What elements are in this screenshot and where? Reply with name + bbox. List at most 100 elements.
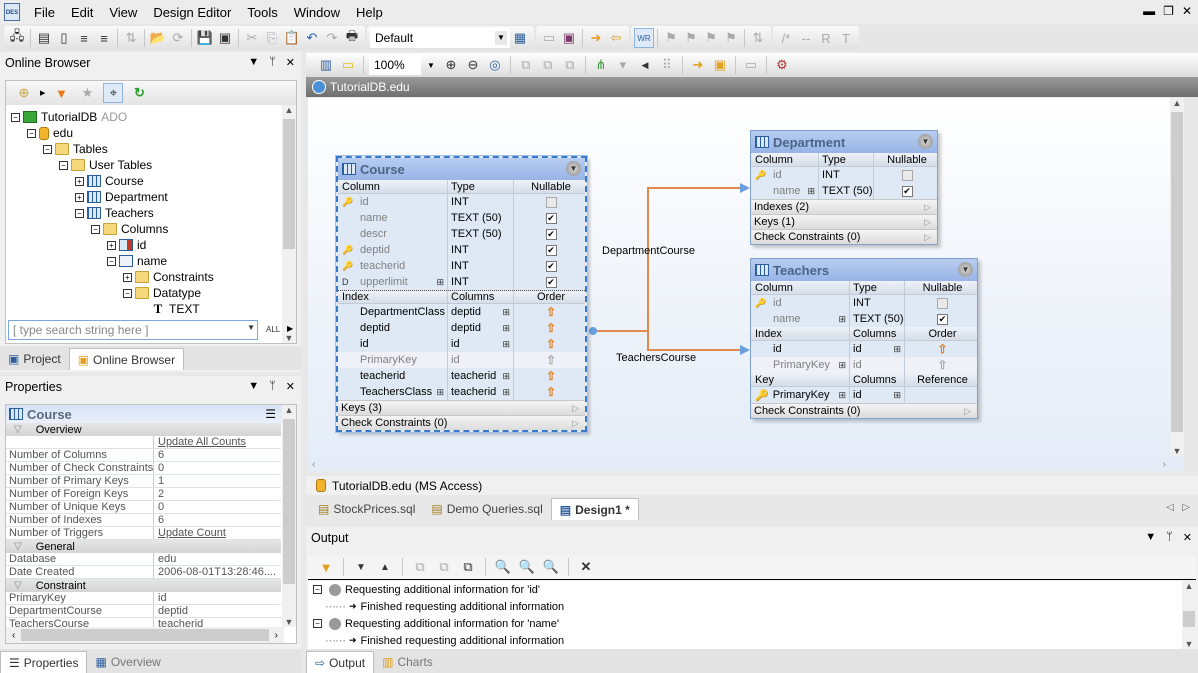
- grid-icon[interactable]: ⠿: [657, 55, 677, 75]
- sort-ascending-icon[interactable]: ⇧: [546, 353, 556, 367]
- collapse-icon[interactable]: −: [123, 288, 132, 298]
- table-menu-icon[interactable]: ▼: [918, 134, 933, 149]
- expand-icon[interactable]: ⊞: [502, 387, 510, 398]
- tree-item[interactable]: − Columns: [11, 221, 296, 237]
- property-row[interactable]: Database edu: [6, 553, 281, 566]
- collapse-icon[interactable]: −: [11, 112, 20, 122]
- teachers-key-row[interactable]: 🔑 PrimaryKey ⊞ id ⊞: [751, 387, 977, 403]
- expand-icon[interactable]: ⊞: [838, 360, 846, 371]
- property-row[interactable]: Number of Columns 6: [6, 449, 281, 462]
- column-row[interactable]: name ⊞ TEXT (50) ✔: [751, 311, 977, 327]
- expand-icon[interactable]: ⊞: [436, 277, 444, 288]
- nullable-checkbox[interactable]: ✔: [545, 212, 557, 224]
- close-icon[interactable]: ✕: [1183, 531, 1192, 544]
- copy-all-icon[interactable]: ⧉: [434, 557, 454, 577]
- property-row[interactable]: Date Created 2006-08-01T13:28:46....: [6, 566, 281, 579]
- copy-icon[interactable]: ⎘: [262, 28, 282, 48]
- property-section[interactable]: ▽ Constraint: [6, 579, 281, 592]
- zoom-out-icon[interactable]: ⊖: [463, 55, 483, 75]
- arrange-icon[interactable]: ⧉: [560, 55, 580, 75]
- minimize-icon[interactable]: ▬: [1143, 4, 1155, 18]
- tab-project[interactable]: ▣ Project: [0, 348, 69, 370]
- tab-charts[interactable]: ▥ Charts: [374, 651, 441, 673]
- paste-icon[interactable]: 📋: [282, 28, 302, 48]
- property-row[interactable]: Number of Check Constraints 0: [6, 462, 281, 475]
- clear-bookmarks-icon[interactable]: ⚑: [721, 28, 741, 48]
- prev-bookmark-icon[interactable]: ⚑: [701, 28, 721, 48]
- tree-item[interactable]: + Course: [11, 173, 296, 189]
- nullable-checkbox[interactable]: ✔: [545, 244, 557, 256]
- nullable-checkbox[interactable]: [545, 196, 557, 208]
- reload-icon[interactable]: ⟳: [168, 28, 188, 48]
- options-icon[interactable]: ▦: [510, 28, 530, 48]
- save-icon[interactable]: 💾: [195, 28, 215, 48]
- tab-properties[interactable]: ☰ Properties: [0, 651, 88, 673]
- add-datasource-icon[interactable]: ⊕: [14, 83, 34, 103]
- find-icon[interactable]: 🔍: [493, 557, 513, 577]
- chevron-down-icon[interactable]: ▼: [495, 31, 507, 45]
- column-row[interactable]: name ⊞ TEXT (50) ✔: [751, 183, 937, 199]
- menu-help[interactable]: Help: [348, 5, 391, 20]
- tree-item[interactable]: − edu: [11, 125, 296, 141]
- expand-icon[interactable]: ⊞: [807, 186, 815, 197]
- property-link[interactable]: Update All Counts: [154, 436, 281, 448]
- export-icon[interactable]: ➜: [688, 55, 708, 75]
- comment-icon[interactable]: /*: [776, 28, 796, 48]
- find-next-icon[interactable]: 🔍: [517, 557, 537, 577]
- column-row[interactable]: 🔑 id INT: [751, 167, 937, 183]
- previous-icon[interactable]: ▲: [375, 557, 395, 577]
- nullable-checkbox[interactable]: ✔: [545, 260, 557, 272]
- filter-icon[interactable]: ▼: [51, 83, 71, 103]
- sort-ascending-icon[interactable]: ⇧: [546, 321, 556, 335]
- generate-sql-icon[interactable]: ▭: [741, 55, 761, 75]
- menu-file[interactable]: File: [26, 5, 63, 20]
- chevron-down-icon[interactable]: ▼: [427, 61, 435, 70]
- execute-icon[interactable]: ≡: [74, 28, 94, 48]
- filter-icon[interactable]: ▾: [613, 55, 633, 75]
- clear-icon[interactable]: ✕: [576, 557, 596, 577]
- tab-output[interactable]: ⇨ Output: [306, 651, 375, 673]
- pin-icon[interactable]: ᛘ: [269, 380, 276, 393]
- relation-label-department-course[interactable]: DepartmentCourse: [602, 245, 695, 257]
- chevron-down-icon[interactable]: ▼: [247, 323, 255, 332]
- tree-item[interactable]: + id: [11, 237, 296, 253]
- xsd-icon[interactable]: ▣: [559, 28, 579, 48]
- search-input[interactable]: [ type search string here ] ▼: [8, 320, 258, 340]
- nullable-checkbox[interactable]: ✔: [937, 313, 948, 325]
- tree-item[interactable]: − Datatype: [11, 285, 296, 301]
- relation-label-teachers-course[interactable]: TeachersCourse: [616, 352, 696, 364]
- undo-icon[interactable]: ↶: [302, 28, 322, 48]
- refresh-icon[interactable]: ↻: [129, 83, 149, 103]
- sort-ascending-icon[interactable]: ⇧: [546, 305, 556, 319]
- save-image-icon[interactable]: ▣: [710, 55, 730, 75]
- tab-overview[interactable]: ▦ Overview: [87, 651, 168, 673]
- tab-online-browser[interactable]: ▣ Online Browser: [68, 348, 185, 370]
- property-row[interactable]: Number of Indexes 6: [6, 514, 281, 527]
- sort-ascending-icon[interactable]: ⇧: [546, 337, 556, 351]
- tree-item[interactable]: − name: [11, 253, 296, 269]
- column-row[interactable]: 🔑 id INT: [338, 194, 585, 210]
- close-icon[interactable]: ✕: [286, 56, 295, 69]
- menu-view[interactable]: View: [101, 5, 145, 20]
- column-row[interactable]: 🔑 id INT: [751, 295, 977, 311]
- properties-hscrollbar[interactable]: ‹ ›: [6, 627, 284, 643]
- tree-item[interactable]: − TutorialDB ADO: [11, 109, 296, 125]
- layout-toggle-icon[interactable]: ☰: [265, 407, 276, 421]
- caret-left-icon[interactable]: ◀: [635, 55, 655, 75]
- column-row[interactable]: Dupperlimit ⊞ INT ✔: [338, 274, 585, 290]
- export-icon[interactable]: ➜: [586, 28, 606, 48]
- output-message[interactable]: − Requesting additional information for '…: [313, 581, 1196, 598]
- course-keys-section[interactable]: Keys (3) ▷: [338, 400, 585, 415]
- all-filter-button[interactable]: ALL: [266, 325, 280, 334]
- save-all-icon[interactable]: ▣: [215, 28, 235, 48]
- index-row[interactable]: teacherid teacherid ⊞ ⇧: [338, 368, 585, 384]
- menu-edit[interactable]: Edit: [63, 5, 101, 20]
- teachers-checks-section[interactable]: Check Constraints (0) ▷: [751, 403, 977, 418]
- expand-icon[interactable]: ⊞: [838, 314, 846, 325]
- cut-icon[interactable]: ✂: [242, 28, 262, 48]
- collapse-icon[interactable]: ▽: [14, 580, 22, 591]
- text-icon[interactable]: T: [836, 28, 856, 48]
- canvas-vscrollbar[interactable]: ▲ ▼: [1170, 98, 1184, 456]
- copy-text-icon[interactable]: ⧉: [458, 557, 478, 577]
- sort-ascending-icon[interactable]: ⇧: [937, 358, 947, 372]
